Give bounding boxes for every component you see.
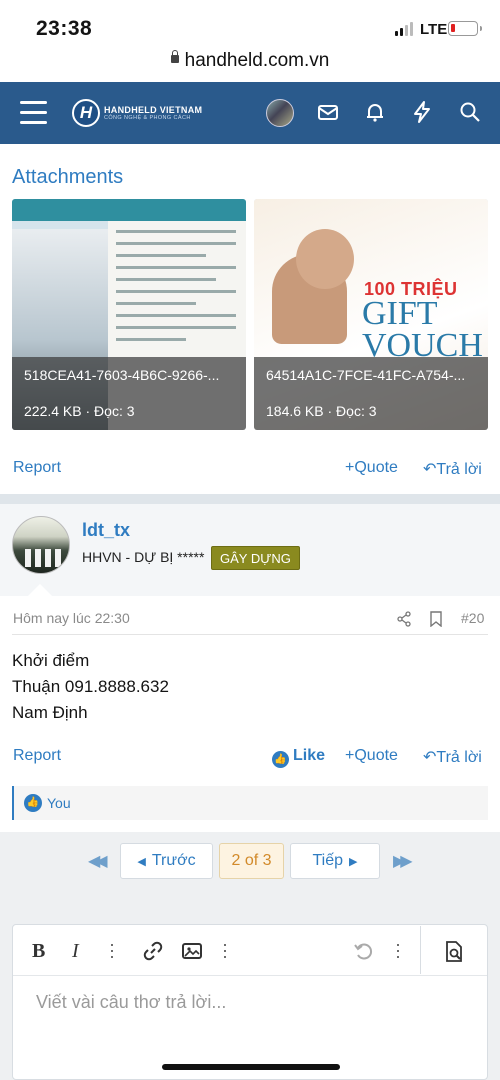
signal-icon bbox=[395, 22, 413, 36]
attachment-thumbnail[interactable]: 518CEA41-7603-4B6C-9266-... 222.4 KB · Đ… bbox=[12, 199, 246, 430]
post-number[interactable]: #20 bbox=[461, 610, 484, 626]
lock-icon bbox=[170, 50, 179, 63]
reply-icon: ↶ bbox=[423, 461, 437, 478]
next-icon: ▶ bbox=[349, 856, 358, 868]
status-bar: 23:38 LTE bbox=[0, 0, 500, 50]
italic-icon[interactable]: I bbox=[72, 940, 79, 964]
attachments-heading: Attachments bbox=[12, 166, 124, 188]
current-page[interactable]: 2 of 3 bbox=[219, 843, 284, 879]
link-icon[interactable] bbox=[142, 940, 164, 962]
bookmark-icon[interactable] bbox=[429, 611, 443, 627]
next-label: Tiếp bbox=[312, 852, 344, 869]
image-icon[interactable] bbox=[181, 940, 203, 962]
report-link[interactable]: Report bbox=[13, 459, 61, 477]
reply-label: Trả lời bbox=[436, 749, 482, 766]
reply-placeholder[interactable]: Viết vài câu thơ trả lời... bbox=[36, 992, 226, 1013]
last-page-icon[interactable]: ▶▶ bbox=[393, 851, 412, 871]
post-timestamp[interactable]: Hôm nay lúc 22:30 bbox=[13, 610, 130, 626]
reply-button[interactable]: ↶Trả lời bbox=[423, 459, 482, 479]
prev-icon: ◀ bbox=[137, 856, 146, 868]
site-logo[interactable]: H HANDHELD VIETNAM CÔNG NGHỆ & PHONG CÁC… bbox=[72, 98, 202, 128]
mail-icon[interactable] bbox=[316, 100, 340, 124]
report-link[interactable]: Report bbox=[13, 747, 61, 765]
network-label: LTE bbox=[420, 21, 448, 38]
post-body-line: Nam Định bbox=[12, 703, 88, 722]
bell-icon[interactable] bbox=[363, 100, 387, 124]
quote-label: Quote bbox=[354, 747, 398, 764]
url-text: handheld.com.vn bbox=[184, 50, 330, 71]
post-meta-divider bbox=[12, 634, 488, 635]
logo-tagline: CÔNG NGHỆ & PHONG CÁCH bbox=[104, 115, 191, 121]
more-text-options-icon[interactable]: · · · bbox=[109, 935, 115, 965]
home-indicator[interactable] bbox=[162, 1064, 340, 1070]
post-actions: Report +Quote ↶Trả lời bbox=[0, 454, 500, 484]
attachment-meta: 184.6 KB · Đọc: 3 bbox=[266, 403, 377, 419]
menu-icon[interactable] bbox=[20, 101, 47, 125]
first-page-icon[interactable]: ◀◀ bbox=[88, 851, 107, 871]
lightning-icon[interactable] bbox=[410, 100, 434, 124]
like-label: Like bbox=[293, 747, 326, 764]
post-notch bbox=[28, 584, 52, 596]
like-icon: 👍 bbox=[272, 751, 289, 768]
likes-bar: 👍 You bbox=[12, 786, 488, 820]
quote-label: Quote bbox=[354, 459, 398, 476]
post-body-line: Thuận 091.8888.632 bbox=[12, 677, 169, 696]
preview-icon[interactable] bbox=[442, 940, 466, 964]
search-icon[interactable] bbox=[458, 100, 482, 124]
toolbar-separator bbox=[420, 926, 421, 974]
user-badge: GÂY DỰNG bbox=[211, 546, 300, 570]
bold-icon[interactable]: B bbox=[32, 940, 45, 964]
more-insert-options-icon[interactable]: · · · bbox=[222, 935, 228, 965]
reply-label: Trả lời bbox=[436, 461, 482, 478]
quote-button[interactable]: +Quote bbox=[345, 747, 398, 765]
logo-mark: H bbox=[72, 99, 100, 127]
status-time: 23:38 bbox=[36, 17, 93, 40]
reply-button[interactable]: ↶Trả lời bbox=[423, 747, 482, 767]
post-avatar[interactable] bbox=[12, 516, 70, 574]
attachment-name: 64514A1C-7FCE-41FC-A754-... bbox=[266, 367, 466, 383]
share-icon[interactable] bbox=[396, 611, 412, 627]
user-avatar[interactable] bbox=[266, 99, 294, 127]
attachment-thumbnail[interactable]: 100 TRIỆU GIFT VOUCH 64514A1C-7FCE-41FC-… bbox=[254, 199, 488, 430]
editor-divider bbox=[13, 975, 487, 976]
like-icon: 👍 bbox=[24, 794, 42, 812]
url-bar[interactable]: handheld.com.vn bbox=[0, 50, 500, 82]
plus-icon: + bbox=[345, 747, 355, 764]
battery-icon bbox=[448, 21, 482, 36]
more-options-icon[interactable]: · · · bbox=[395, 935, 401, 965]
prev-label: Trước bbox=[151, 852, 196, 869]
post-body-line: Khởi điểm bbox=[12, 651, 90, 670]
next-page-button[interactable]: Tiếp ▶ bbox=[290, 843, 380, 879]
likes-list[interactable]: You bbox=[47, 795, 71, 811]
post-divider bbox=[0, 494, 500, 504]
attachment-name: 518CEA41-7603-4B6C-9266-... bbox=[24, 367, 220, 383]
logo-title: HANDHELD VIETNAM bbox=[104, 105, 203, 115]
attachment-meta: 222.4 KB · Đọc: 3 bbox=[24, 403, 135, 419]
prev-page-button[interactable]: ◀ Trước bbox=[120, 843, 213, 879]
post-actions: Report 👍 Like +Quote ↶Trả lời bbox=[0, 742, 500, 772]
post-user-title: HHVN - DỰ BỊ ***** bbox=[82, 549, 205, 565]
post-username[interactable]: ldt_tx bbox=[82, 520, 130, 541]
reply-icon: ↶ bbox=[423, 749, 437, 766]
plus-icon: + bbox=[345, 459, 355, 476]
quote-button[interactable]: +Quote bbox=[345, 459, 398, 477]
undo-icon[interactable] bbox=[353, 940, 375, 962]
like-button[interactable]: 👍 Like bbox=[272, 747, 325, 768]
